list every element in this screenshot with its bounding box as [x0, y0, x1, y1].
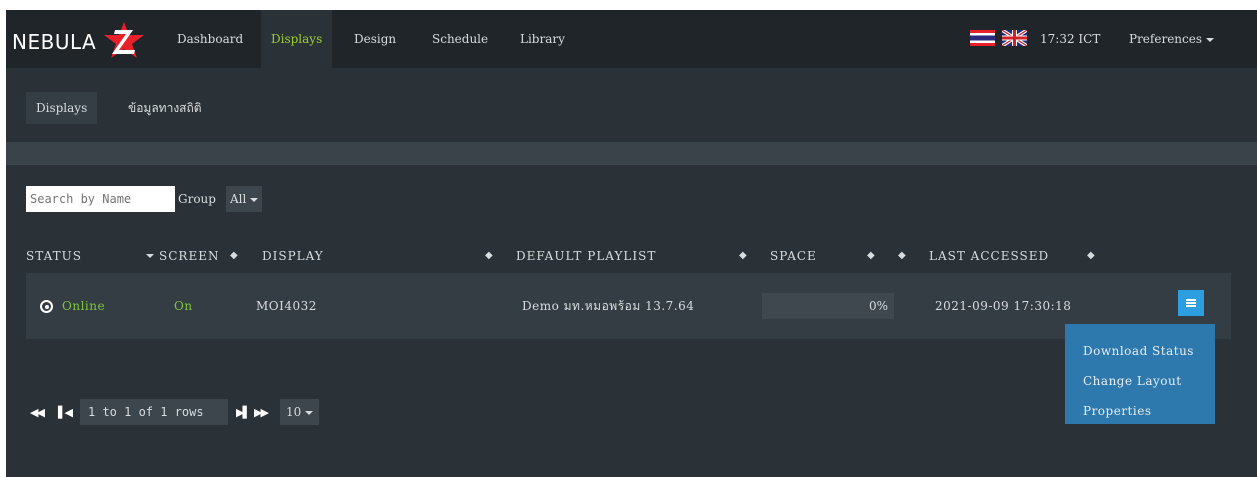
preferences-menu[interactable]: Preferences: [1129, 10, 1215, 68]
group-select-value: All: [230, 192, 247, 206]
brand-star-icon: [104, 22, 144, 58]
column-header-display[interactable]: DISPLAY: [262, 248, 324, 264]
sort-icon[interactable]: ◆: [230, 248, 238, 264]
chevron-down-icon: [250, 197, 259, 202]
row-menu-button[interactable]: [1178, 290, 1204, 316]
subtab-statistics[interactable]: ข้อมูลทางสถิติ: [118, 92, 212, 124]
playlist-cell[interactable]: Demo มท.หมอพร้อม 13.7.64: [522, 273, 694, 339]
hamburger-icon-line: [1186, 305, 1196, 307]
column-header-status[interactable]: STATUS: [26, 248, 82, 264]
thai-flag-icon[interactable]: [970, 30, 995, 46]
menu-item-download-status[interactable]: Download Status: [1083, 344, 1194, 358]
hamburger-icon-line: [1186, 302, 1196, 304]
menu-item-properties[interactable]: Properties: [1083, 404, 1151, 418]
sort-icon[interactable]: ◆: [739, 248, 747, 264]
status-cell: Online: [62, 299, 106, 313]
space-progress-bar: 0%: [762, 293, 894, 319]
online-status-icon: [40, 300, 53, 313]
search-input[interactable]: [26, 186, 175, 212]
sort-icon[interactable]: ◆: [1087, 248, 1095, 264]
chevron-down-icon: [305, 410, 314, 415]
column-header-default-playlist[interactable]: DEFAULT PLAYLIST: [516, 248, 656, 264]
column-header-space[interactable]: SPACE: [770, 248, 817, 264]
sort-icon[interactable]: ◆: [867, 248, 875, 264]
next-page-icon[interactable]: ▶▌: [236, 406, 251, 419]
app-frame: NEBULA Dashboard Displays Design Schedul…: [6, 10, 1257, 477]
nav-schedule[interactable]: Schedule: [422, 10, 498, 68]
page-size-value: 10: [286, 405, 302, 419]
group-select[interactable]: All: [226, 186, 263, 212]
nav-library[interactable]: Library: [510, 10, 575, 68]
subtab-displays[interactable]: Displays: [26, 92, 98, 124]
previous-page-icon[interactable]: ▌◀: [58, 406, 73, 419]
sort-icon[interactable]: ◆: [485, 248, 493, 264]
sort-icon[interactable]: ◆: [898, 248, 906, 264]
section-divider: [6, 142, 1257, 165]
chevron-down-icon: [1206, 37, 1215, 42]
last-accessed-cell: 2021-09-09 17:30:18: [935, 299, 1072, 313]
display-cell[interactable]: MOI4032: [256, 273, 317, 339]
screen-cell: On: [174, 299, 193, 313]
preferences-label: Preferences: [1129, 32, 1203, 46]
page-size-select[interactable]: 10: [280, 399, 320, 425]
top-navbar: NEBULA Dashboard Displays Design Schedul…: [6, 10, 1257, 68]
row-actions-dropdown: Download Status Change Layout Properties: [1065, 324, 1215, 424]
clock-time: 17:32 ICT: [1040, 32, 1101, 46]
hamburger-icon: [1186, 299, 1196, 301]
uk-flag-icon[interactable]: [1002, 30, 1027, 46]
column-header-screen[interactable]: SCREEN: [159, 248, 219, 264]
pagination-info: 1 to 1 of 1 rows: [80, 399, 228, 425]
table-row[interactable]: Online On MOI4032 Demo มท.หมอพร้อม 13.7.…: [26, 273, 1231, 339]
nav-dashboard[interactable]: Dashboard: [167, 10, 253, 68]
last-page-icon[interactable]: ▶▶: [254, 406, 269, 419]
nav-design[interactable]: Design: [344, 10, 406, 68]
column-header-last-accessed[interactable]: LAST ACCESSED: [929, 248, 1049, 264]
space-value: 0%: [868, 299, 888, 313]
menu-item-change-layout[interactable]: Change Layout: [1083, 374, 1182, 388]
group-label: Group: [178, 192, 216, 206]
nav-displays[interactable]: Displays: [261, 10, 333, 68]
first-page-icon[interactable]: ◀◀: [30, 406, 45, 419]
status-filter-caret-icon[interactable]: [146, 254, 154, 258]
brand-name: NEBULA: [12, 30, 97, 54]
